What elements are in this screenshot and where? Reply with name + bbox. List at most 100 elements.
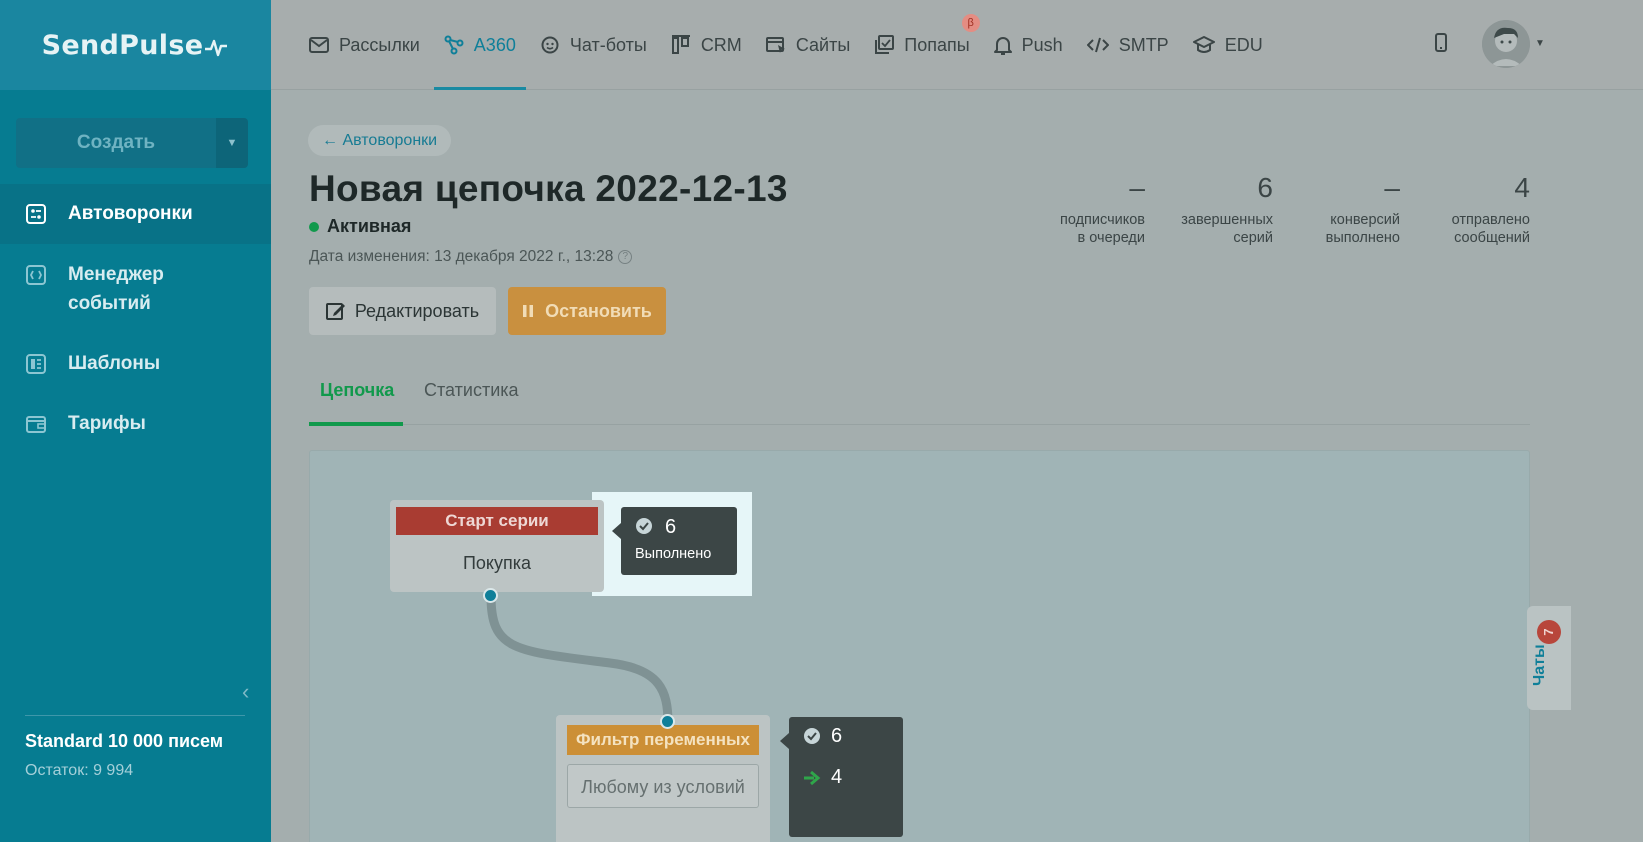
- nav-edu[interactable]: EDU: [1192, 0, 1263, 90]
- nav-label: Сайты: [795, 34, 851, 55]
- sidebar-item-label: Тарифы: [68, 413, 146, 434]
- automation-icon: [444, 35, 464, 55]
- nav-label: Чат-боты: [569, 34, 647, 55]
- code-icon: [1086, 37, 1109, 53]
- stat-conversions: – конверсий выполнено: [1300, 172, 1400, 247]
- templates-icon: [24, 352, 48, 376]
- stat-value: –: [1129, 172, 1145, 203]
- sites-icon: [765, 37, 785, 53]
- funnel-icon: [24, 202, 48, 226]
- plan-name: Standard 10 000 писем: [25, 731, 224, 751]
- nav-crm[interactable]: CRM: [671, 0, 742, 90]
- plan-remaining: Остаток: 9 994: [25, 762, 134, 779]
- start-node-header: Старт серии: [396, 507, 598, 535]
- status-dot: [309, 221, 319, 232]
- filter-node-tooltip: 6 4: [780, 717, 903, 837]
- output-port[interactable]: [483, 588, 498, 603]
- filter-node[interactable]: Фильтр переменных Любому из условий: [556, 715, 770, 842]
- sidebar-item-autofunnels[interactable]: Автоворонки: [0, 184, 271, 244]
- stat-sent: 4 отправлено сообщений: [1430, 172, 1530, 247]
- top-bar: Рассылки A360 Чат-боты CRM Сайты Попапы …: [271, 0, 1643, 90]
- chats-tab[interactable]: 7 Чаты: [1527, 606, 1571, 710]
- edit-icon: [325, 303, 345, 320]
- nav-label: Рассылки: [339, 34, 420, 55]
- filter-node-condition: Любому из условий: [567, 764, 759, 808]
- start-node-tooltip: 6 Выполнено: [612, 507, 737, 575]
- check-icon: [636, 518, 652, 534]
- chevron-down-icon[interactable]: ▼: [1535, 38, 1545, 49]
- crm-icon: [671, 35, 690, 54]
- input-port[interactable]: [660, 714, 675, 729]
- flow-canvas[interactable]: Старт серии Покупка 6 Выполнено Фильтр п…: [309, 450, 1530, 842]
- sendpulse-logo[interactable]: SendPulse: [42, 30, 230, 61]
- create-control: Создать ▼: [16, 118, 248, 168]
- back-link[interactable]: ← Автоворонки: [308, 125, 452, 156]
- modified-text: Дата изменения: 13 декабря 2022 г., 13:2…: [309, 248, 614, 265]
- completed-count: 6: [665, 516, 677, 538]
- mail-icon: [309, 37, 329, 53]
- filter-done-count: 6: [831, 725, 843, 747]
- stat-value: 4: [1514, 172, 1530, 203]
- sidebar-item-tariffs[interactable]: Тарифы: [0, 394, 271, 454]
- popups-icon: [875, 35, 895, 54]
- arrow-right-icon: [804, 770, 821, 786]
- nav-mailings[interactable]: Рассылки: [309, 0, 420, 90]
- pause-icon: [523, 305, 534, 317]
- nav-label: SMTP: [1118, 34, 1169, 55]
- sidebar: SendPulse Создать ▼ Автоворонки Менеджер…: [0, 0, 271, 842]
- stat-label: подписчиков в очереди: [1059, 212, 1145, 246]
- sidebar-item-event-manager[interactable]: Менеджер событий: [0, 244, 271, 334]
- status-label: Активная: [327, 216, 412, 236]
- tab-chain[interactable]: Цепочка: [320, 380, 394, 401]
- create-button[interactable]: Создать: [16, 118, 216, 168]
- sidebar-item-templates[interactable]: Шаблоны: [0, 334, 271, 394]
- modified-date: Дата изменения: 13 декабря 2022 г., 13:2…: [309, 248, 633, 266]
- event-manager-icon: [24, 263, 48, 287]
- stat-value: –: [1384, 172, 1400, 203]
- stop-button[interactable]: Остановить: [508, 287, 666, 335]
- help-icon[interactable]: ?: [618, 250, 633, 264]
- start-node[interactable]: Старт серии Покупка: [390, 500, 604, 592]
- avatar[interactable]: [1482, 20, 1530, 68]
- nav-popups[interactable]: Попапы β: [874, 0, 980, 90]
- nav-label: Попапы: [904, 34, 970, 55]
- edu-icon: [1192, 36, 1215, 53]
- stat-label: завершенных серий: [1181, 212, 1273, 246]
- chats-badge: 7: [1537, 620, 1561, 644]
- tabs: Цепочка Статистика: [309, 370, 1530, 426]
- edit-button[interactable]: Редактировать: [309, 287, 496, 335]
- sidebar-item-label: Автоворонки: [68, 203, 193, 224]
- nav-label: EDU: [1224, 34, 1263, 55]
- stat-queue: – подписчиков в очереди: [1045, 172, 1145, 247]
- nav-sites[interactable]: Сайты: [765, 0, 851, 90]
- sidebar-nav: Автоворонки Менеджер событий Шаблоны Тар…: [0, 184, 271, 454]
- check-icon: [804, 728, 820, 744]
- nav-a360[interactable]: A360: [433, 0, 526, 90]
- status: Активная: [309, 216, 411, 237]
- chatbot-icon: [541, 36, 559, 54]
- stat-completed: 6 завершенных серий: [1163, 172, 1273, 247]
- nav-label: CRM: [700, 34, 742, 55]
- chats-label: Чаты: [1531, 644, 1548, 686]
- create-dropdown-caret-icon[interactable]: ▼: [216, 118, 248, 168]
- wallet-icon: [24, 412, 48, 436]
- logo-area[interactable]: SendPulse: [0, 0, 271, 90]
- sidebar-item-label: Менеджер событий: [68, 264, 164, 314]
- stat-label: отправлено сообщений: [1451, 212, 1530, 246]
- divider: [25, 715, 245, 716]
- completed-label: Выполнено: [635, 546, 712, 562]
- mobile-icon[interactable]: [1434, 33, 1448, 53]
- nav-label: A360: [473, 34, 516, 55]
- nav-smtp[interactable]: SMTP: [1086, 0, 1169, 90]
- edit-label: Редактировать: [354, 300, 480, 321]
- nav-push[interactable]: Push: [993, 0, 1063, 90]
- sidebar-item-label: Шаблоны: [68, 353, 161, 374]
- top-nav: Рассылки A360 Чат-боты CRM Сайты Попапы …: [309, 0, 1287, 90]
- tab-statistics[interactable]: Статистика: [424, 380, 519, 401]
- beta-badge: β: [961, 14, 980, 32]
- filter-node-header: Фильтр переменных: [567, 725, 759, 755]
- nav-label: Push: [1021, 34, 1063, 55]
- stop-label: Остановить: [545, 300, 652, 321]
- collapse-sidebar-icon[interactable]: ‹: [242, 679, 249, 705]
- nav-chatbots[interactable]: Чат-боты: [540, 0, 647, 90]
